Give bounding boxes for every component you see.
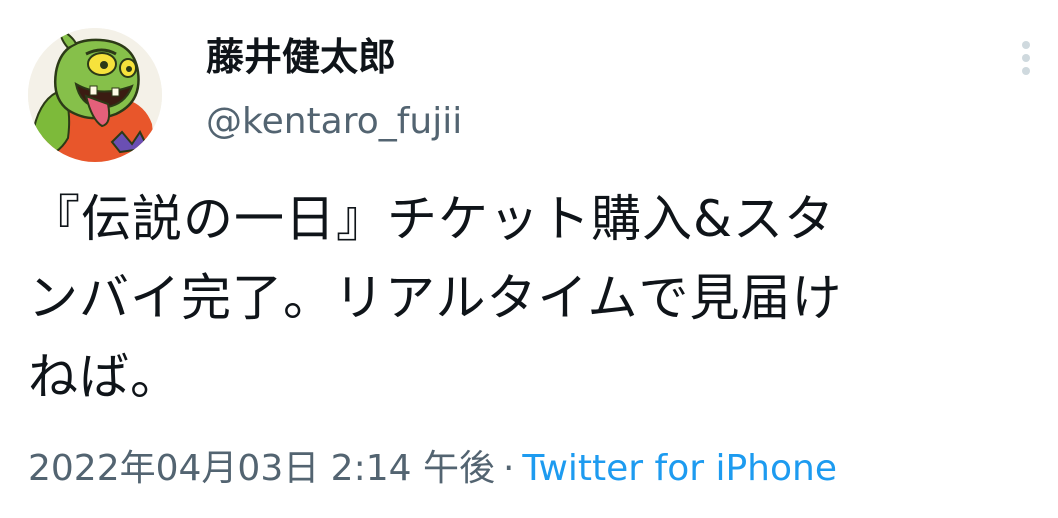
tweet-text-line: ンバイ完了。リアルタイムで見届け [28,269,843,327]
source-link[interactable]: Twitter for iPhone [522,448,837,489]
tweet-card: 藤井健太郎 @kentaro_fujii 『伝説の一日』チケット購入&スタ ンバ… [0,0,1058,518]
more-vertical-icon[interactable] [1004,36,1048,80]
tweet-text-line: ねば。 [28,348,181,406]
tweet-meta: 2022年04月03日 2:14 午後 · Twitter for iPhone [28,445,837,493]
display-name[interactable]: 藤井健太郎 [206,34,396,80]
timestamp[interactable]: 2022年04月03日 2:14 午後 [28,448,495,489]
tweet-text-line: 『伝説の一日』チケット購入&スタ [30,190,835,248]
avatar[interactable] [28,28,162,162]
monster-avatar-icon [28,28,162,162]
user-handle[interactable]: @kentaro_fujii [206,100,462,144]
meta-separator: · [502,448,515,489]
tweet-text: 『伝説の一日』チケット購入&スタ ンバイ完了。リアルタイムで見届け ねば。 [28,180,1038,417]
